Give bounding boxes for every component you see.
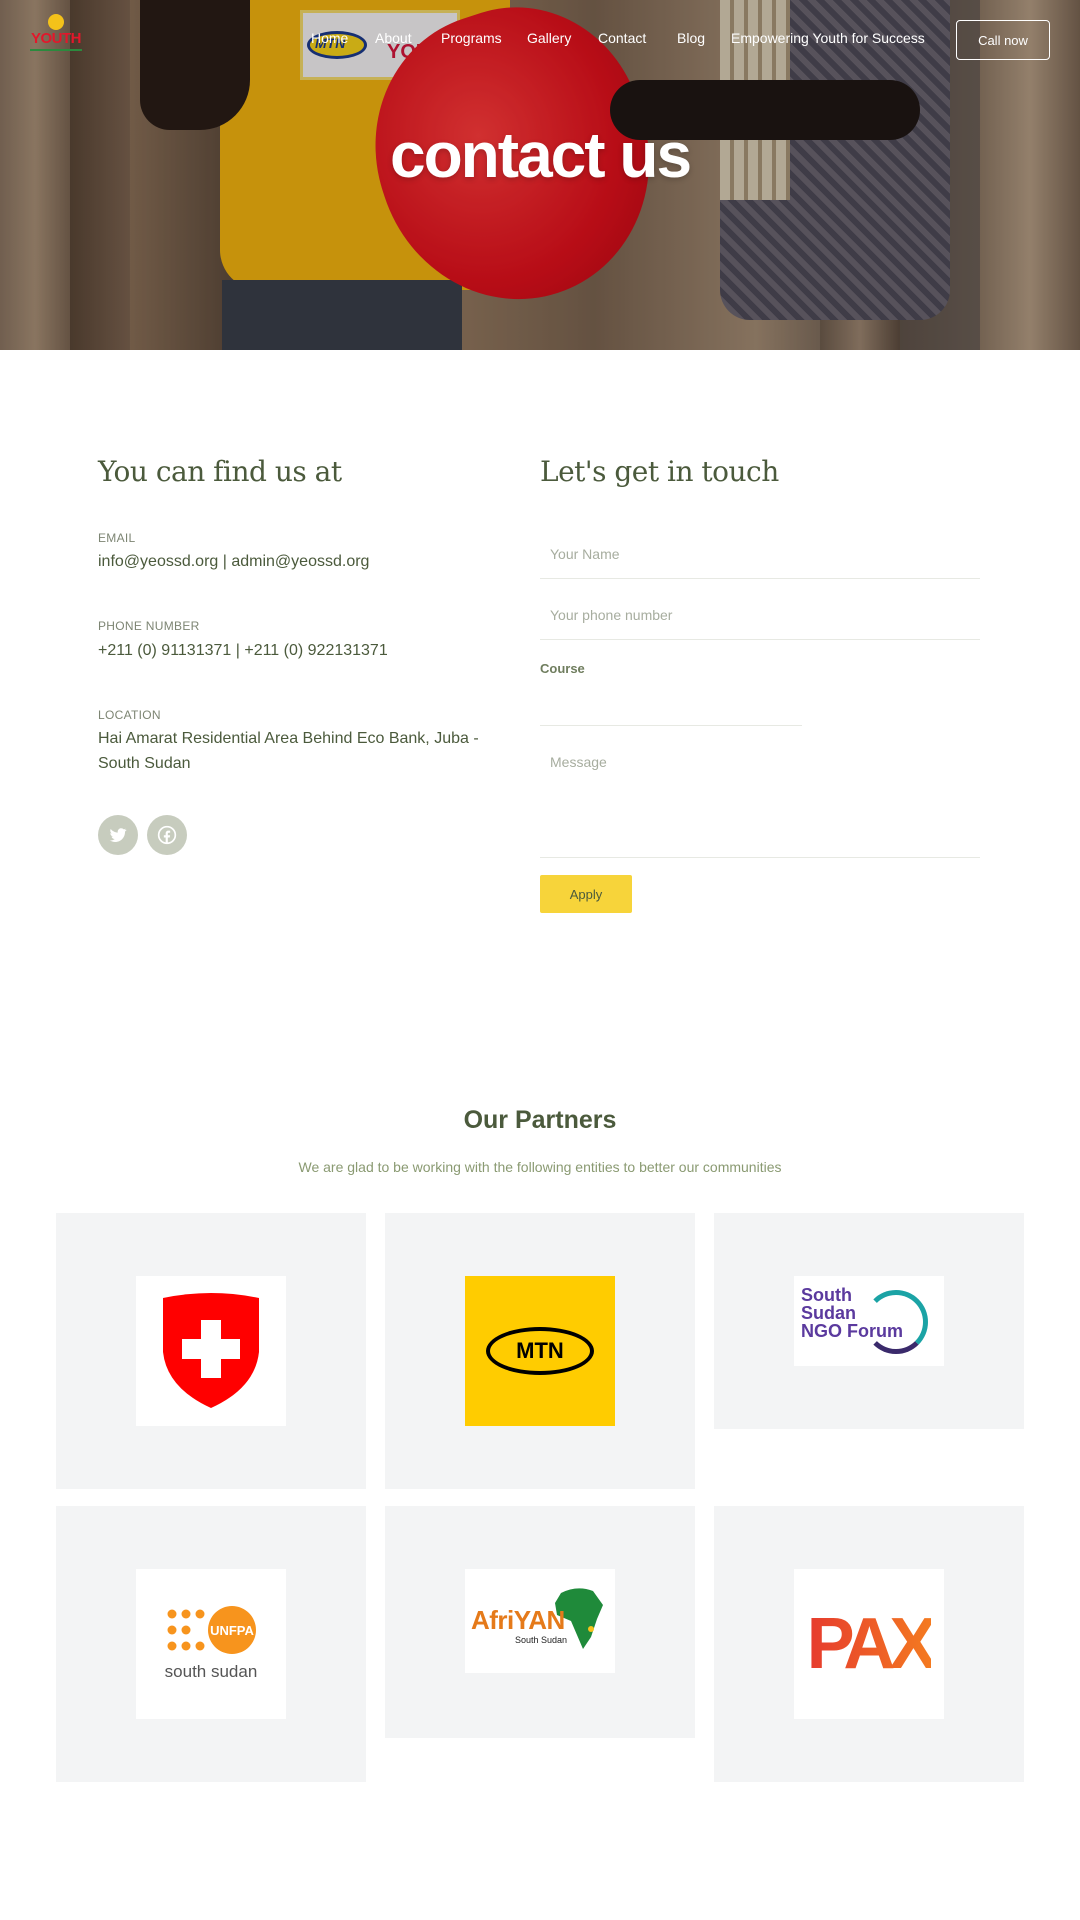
email-label: EMAIL	[98, 531, 136, 545]
unfpa-caption: south sudan	[164, 1662, 258, 1681]
course-label: Course	[540, 661, 585, 676]
unfpa-text: UNFPA	[210, 1622, 254, 1638]
partners-title: Our Partners	[463, 1106, 617, 1134]
partner-card-swiss[interactable]	[56, 1213, 366, 1489]
message-textarea[interactable]: Message	[540, 754, 980, 858]
facebook-button[interactable]	[147, 815, 187, 855]
mtn-logo-text: MTN	[516, 1338, 564, 1363]
facebook-icon	[157, 825, 177, 845]
twitter-button[interactable]	[98, 815, 138, 855]
nav-home[interactable]: Home	[311, 30, 348, 46]
apply-button[interactable]: Apply	[540, 875, 632, 913]
location-label: LOCATION	[98, 708, 161, 722]
page-title: contact us	[389, 119, 692, 191]
nav-gallery[interactable]: Gallery	[527, 30, 571, 46]
pax-logo: PAX	[794, 1569, 944, 1719]
nav-empowering-youth[interactable]: Empowering Youth for Success	[731, 30, 925, 46]
find-us-heading: You can find us at	[98, 455, 342, 488]
swiss-shield-icon	[163, 1293, 259, 1408]
logo-text: YOUTH	[31, 30, 82, 47]
site-logo[interactable]: YOUTH	[26, 12, 86, 56]
contact-form-heading: Let's get in touch	[540, 455, 779, 488]
ngo-forum-text: South Sudan NGO Forum	[801, 1285, 903, 1341]
partner-card-ngo-forum[interactable]: South Sudan NGO Forum	[714, 1213, 1024, 1429]
pax-text: PAX	[806, 1604, 938, 1684]
mtn-oval: MTN	[486, 1327, 594, 1375]
name-input[interactable]: Your Name	[540, 546, 980, 579]
unfpa-mark: UNFPA	[166, 1606, 256, 1654]
swiss-flag-logo	[136, 1276, 286, 1426]
nav-contact[interactable]: Contact	[598, 30, 646, 46]
nav-programs[interactable]: Programs	[441, 30, 502, 46]
ngo-forum-logo: South Sudan NGO Forum	[794, 1276, 944, 1366]
phone-input[interactable]: Your phone number	[540, 607, 980, 640]
partner-card-mtn[interactable]: MTN	[385, 1213, 695, 1489]
phone-label: PHONE NUMBER	[98, 619, 200, 633]
unfpa-circle: UNFPA	[208, 1606, 256, 1654]
hero-banner: MTN YOUTH YOUTH Home About Programs Gall…	[0, 0, 1080, 350]
location-value: Hai Amarat Residential Area Behind Eco B…	[98, 730, 479, 772]
logo-sun-icon	[48, 14, 64, 30]
logo-underline	[30, 49, 82, 51]
afriyan-logo: AfriYAN South Sudan	[465, 1569, 615, 1673]
unfpa-logo: UNFPA south sudan	[136, 1569, 286, 1719]
afriyan-caption: South Sudan	[515, 1635, 568, 1645]
call-now-button[interactable]: Call now	[956, 20, 1050, 60]
phone-value[interactable]: +211 (0) 91131371 | +211 (0) 922131371	[98, 638, 498, 663]
twitter-icon	[109, 828, 127, 842]
afriyan-text: AfriYAN	[471, 1605, 565, 1635]
nav-blog[interactable]: Blog	[677, 30, 705, 46]
nav-about[interactable]: About	[375, 30, 412, 46]
partner-card-afriyan[interactable]: AfriYAN South Sudan	[385, 1506, 695, 1738]
partner-card-unfpa[interactable]: UNFPA south sudan	[56, 1506, 366, 1782]
partner-card-pax[interactable]: PAX	[714, 1506, 1024, 1782]
email-value[interactable]: info@yeossd.org | admin@yeossd.org	[98, 549, 498, 574]
mtn-logo: MTN	[465, 1276, 615, 1426]
course-select[interactable]	[540, 725, 802, 726]
partners-subtitle: We are glad to be working with the follo…	[298, 1159, 782, 1175]
